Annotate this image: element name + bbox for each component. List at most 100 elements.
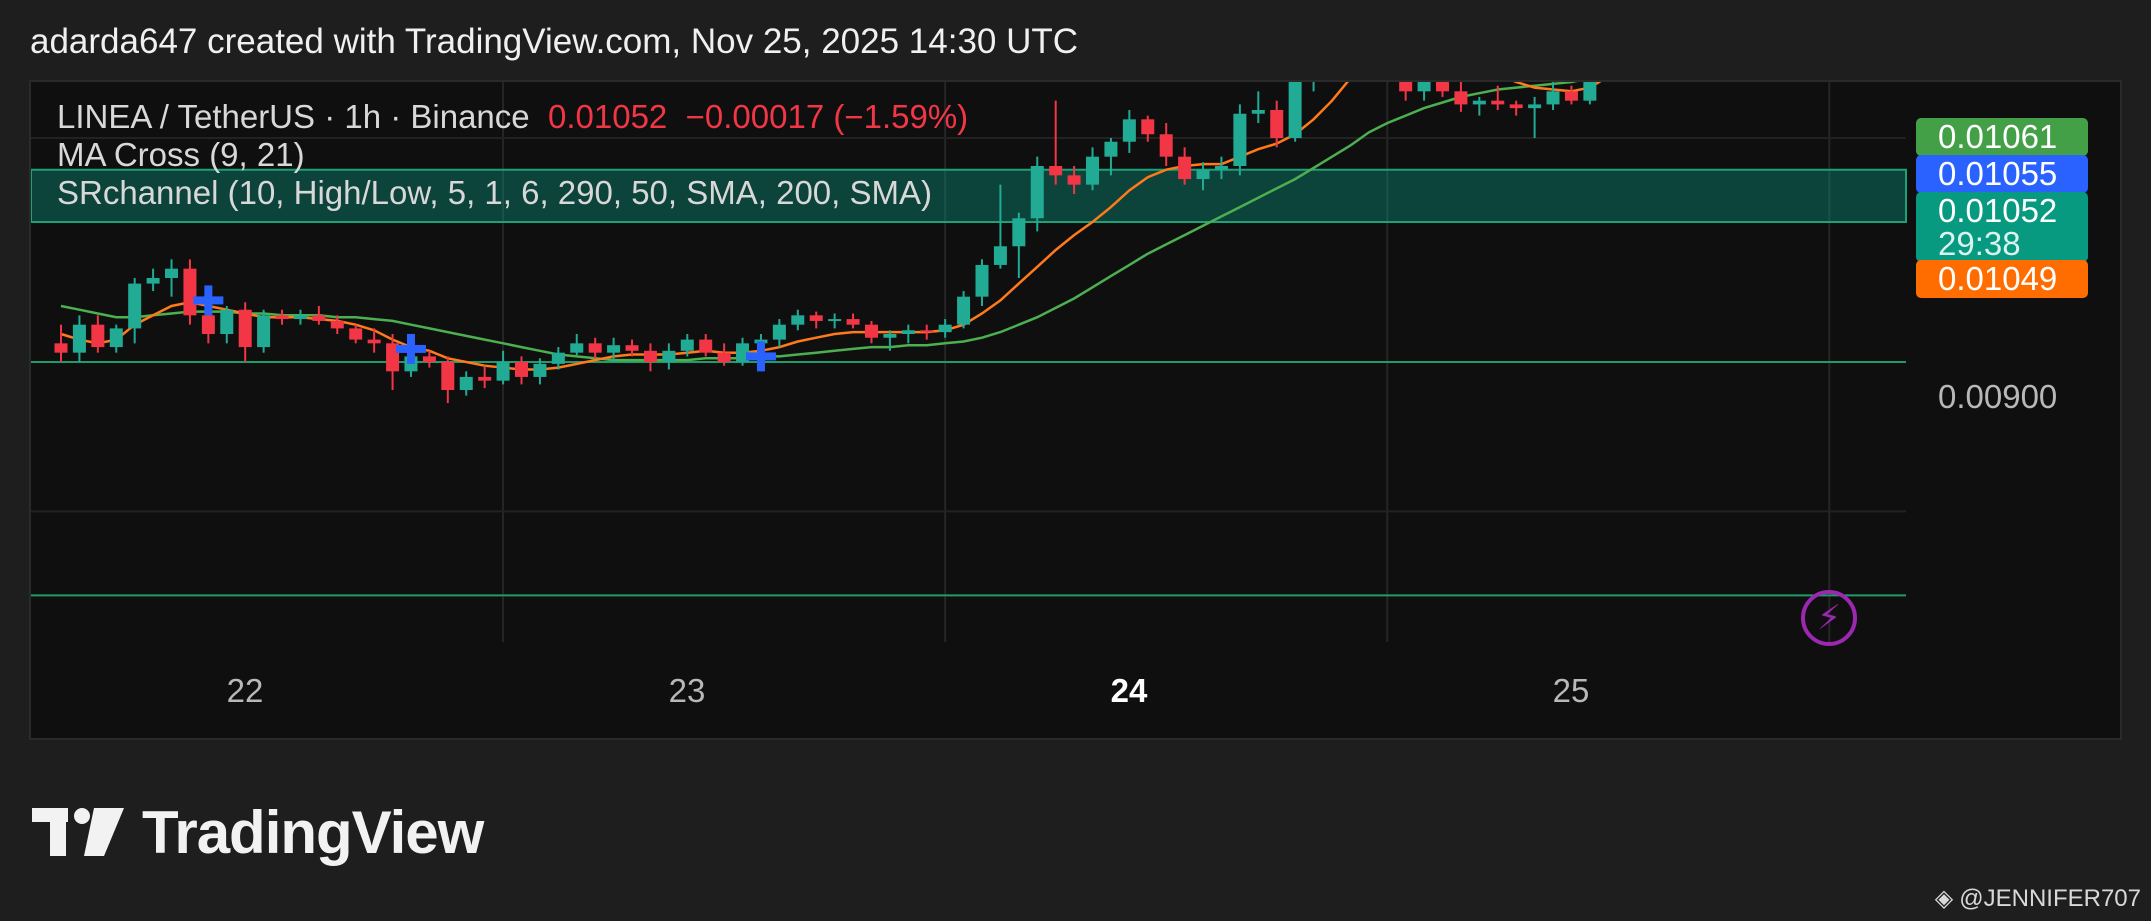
candle [736,337,750,366]
candle [146,268,160,292]
candle [257,309,271,353]
candle [1178,147,1192,185]
candle [220,306,234,344]
last-price-tag-value: 0.01052 [1938,192,2058,229]
tradingview-logo: TradingView [32,798,484,866]
candle [1528,96,1542,138]
price-tag-upper: 0.01061 [1916,118,2088,156]
lightning-bolt-icon[interactable]: ⚡ [1801,590,1857,646]
candle-body [699,339,713,353]
price-axis-label: 0.00900 [1938,378,2058,415]
cross-signal-icon [745,341,776,372]
candle [1012,212,1026,278]
candle-body [957,296,971,325]
chart-panel[interactable]: LINEA / TetherUS · 1h · Binance 0.01052 … [29,80,2122,740]
indicator-ma-cross[interactable]: MA Cross (9, 21) [57,136,305,174]
last-price-value: 0.01052 [547,98,668,135]
candle-body [1564,91,1578,101]
candle [828,313,842,329]
candle-body [349,328,363,340]
candle-body [54,343,68,353]
cross-signal-icon [395,333,426,364]
candle-body [1178,156,1192,180]
candle-body [183,268,197,316]
brand-name: TradingView [142,798,484,866]
candle-body [1159,134,1173,157]
candle [1251,91,1265,124]
candle-body [625,345,639,351]
candle-body [1454,91,1468,105]
candle [1472,96,1486,116]
x-tick-24: 24 [1110,672,1148,709]
x-tick-23: 23 [668,672,706,709]
candle-body [459,376,473,390]
symbol-label[interactable]: LINEA / TetherUS · 1h · Binance [57,98,530,135]
candle [1122,110,1136,153]
tradingview-mark-icon [32,808,124,856]
candle-body [478,376,492,381]
candle [72,315,86,362]
candle-body [220,309,234,334]
watermark-text: @JENNIFER707 [1959,884,2141,912]
legend-symbol-row[interactable]: LINEA / TetherUS · 1h · Binance 0.01052 … [57,98,968,136]
candle-body [588,343,602,353]
candle [165,259,179,297]
candle [1436,82,1449,97]
candle-body [791,315,805,325]
candle [1546,82,1560,110]
price-tag-orange: 0.01049 [1916,260,2088,298]
candle-body [293,315,307,320]
candle-body [607,345,621,353]
candle-body [515,362,528,377]
candle-body [312,315,326,321]
candle-body [165,268,179,278]
candle [515,356,528,385]
candle [920,324,934,340]
candle-body [643,350,657,362]
candle-body [1528,104,1542,109]
candle [109,324,123,353]
candle-body [1491,100,1505,105]
candle-body [441,362,455,390]
candle [588,337,602,359]
candle-body [1270,110,1284,138]
candle-body [422,356,436,362]
candle [1086,147,1100,191]
candle [570,334,584,357]
candle-body [1233,113,1247,166]
candle [459,371,473,396]
candle-body [257,315,271,348]
candle-body [1472,100,1486,105]
candle [183,259,197,325]
price-tag-blue: 0.01055 [1916,155,2088,193]
indicator-srchannel[interactable]: SRchannel (10, High/Low, 5, 1, 6, 290, 5… [57,174,932,212]
candle-body [1196,169,1210,180]
candle-body [1583,82,1597,101]
x-tick-22: 22 [226,672,264,709]
candle [54,324,68,362]
chart-caption: adarda647 created with TradingView.com, … [30,22,1079,61]
candle-body [551,352,565,364]
candle [441,356,455,404]
watermark: ◈ @JENNIFER707 [1935,884,2141,913]
cross-bar-v [406,333,415,364]
candle [791,309,805,331]
candle-body [920,330,934,333]
candle-body [717,352,731,362]
candle-body [1417,82,1431,92]
candle [1399,82,1413,101]
candle-body [680,339,694,351]
candle-body [975,264,989,297]
candle-body [275,315,289,320]
candle-body [809,315,823,321]
candle [496,350,510,385]
candle [1417,82,1431,101]
candle-body [1122,119,1136,142]
candle-body [993,246,1007,265]
candle-body [109,328,123,348]
cross-bar-v [756,341,765,372]
candle-body [146,278,160,284]
candle-countdown: 29:38 [1938,225,2021,262]
candle [957,291,971,329]
candle-body [1141,119,1155,135]
